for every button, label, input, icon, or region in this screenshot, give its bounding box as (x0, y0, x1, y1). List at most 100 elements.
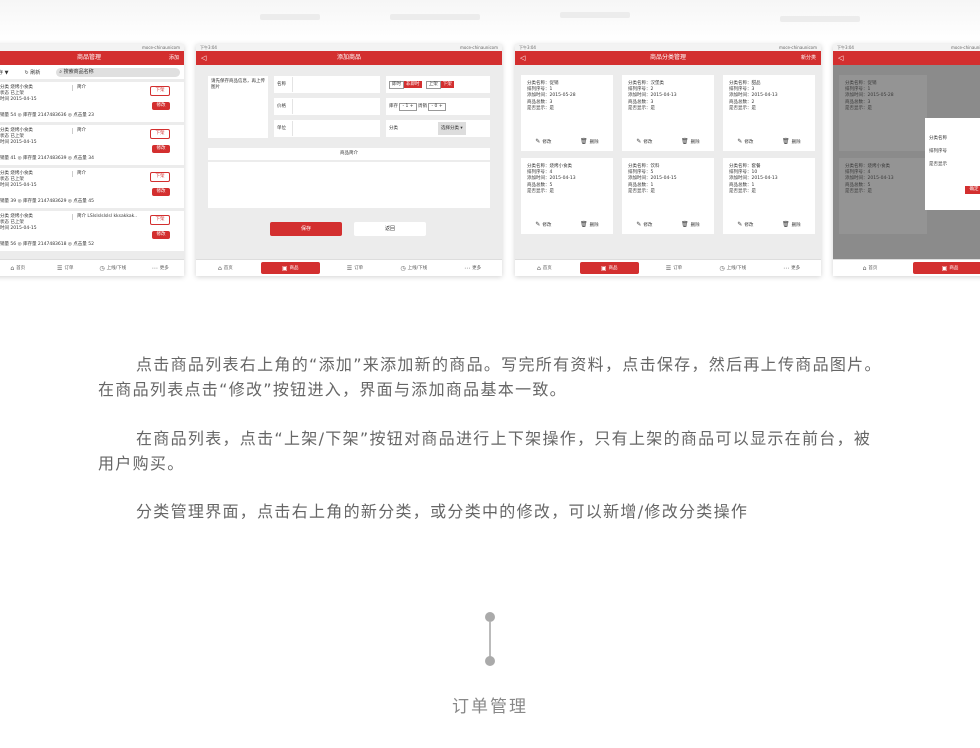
dialog-show-field[interactable]: 是否显示 (929, 161, 980, 168)
tab-label: 订单 (673, 266, 683, 271)
tab-home[interactable]: ⌂ 首页 (833, 260, 907, 276)
card-edit-button[interactable]: ✎ 修改 (737, 221, 753, 229)
stock-stepper[interactable]: - 1 + (399, 103, 417, 111)
card-delete-button[interactable]: 🗑 删除 (681, 138, 700, 146)
edit-button[interactable]: 修改 (152, 102, 170, 110)
non-instant-toggle[interactable]: 非即时 (404, 81, 422, 88)
unshelve-button[interactable]: 下架 (150, 215, 170, 225)
card-show: 是否显示：是 (729, 105, 756, 111)
tab-home[interactable]: ⌂ 首页 (196, 260, 255, 276)
card-edit-button[interactable]: ✎ 修改 (535, 220, 551, 229)
edit-icon: ✎ (737, 137, 743, 145)
status-time: 下午3:04 (200, 45, 217, 50)
refresh-button[interactable]: ↻ 刷新 (24, 69, 40, 76)
back-arrow-icon[interactable]: ◁ (838, 51, 843, 65)
name-field[interactable]: 名称 (274, 76, 380, 93)
status-carrier: moce-chinaunicom (778, 45, 817, 50)
item-stats: 销量 41 ◎ 库存量 2147483639 ◎ 点击量 34 (0, 156, 94, 161)
card-edit-button[interactable]: ✎ 修改 (636, 221, 653, 229)
clock-icon: ◷ (99, 264, 105, 272)
card-delete-button[interactable]: 🗑 删除 (580, 221, 599, 229)
card-delete-button[interactable]: 🗑 删除 (782, 138, 801, 146)
paragraph-text: 点击商品列表右上角的“添加”来添加新的商品。写完所有资料，点击保存，然后再上传商… (98, 355, 882, 399)
unshelve-button[interactable]: 下架 (150, 129, 170, 139)
card-delete-button[interactable]: 🗑 删除 (681, 221, 700, 229)
tab-products[interactable]: ▣ 商品 (260, 262, 320, 274)
paragraph-text: 分类管理界面，点击右上角的新分类，或分类中的修改，可以新增/修改分类操作 (136, 502, 749, 521)
tab-home[interactable]: ⌂ 首页 (515, 260, 574, 276)
edit-label: 修改 (643, 222, 653, 228)
page-title: 商品管理 (76, 54, 101, 61)
confirm-button[interactable]: 确定 (965, 186, 980, 194)
edit-button[interactable]: 修改 (152, 188, 170, 196)
category-select[interactable]: 选择分类 ▾ (438, 122, 466, 135)
item-time: 时间 2015-04-15 (0, 97, 37, 102)
description-textarea[interactable] (208, 162, 490, 208)
tab-label: 首页 (16, 266, 26, 271)
card-edit-button[interactable]: ✎ 修改 (737, 137, 754, 146)
edit-icon: ✎ (636, 137, 642, 145)
edit-button[interactable]: 修改 (152, 145, 170, 153)
back-arrow-icon[interactable]: ◁ (201, 51, 206, 65)
dialog-name-field[interactable]: 分类名称 (929, 135, 980, 142)
status-time: 下午3:04 (837, 45, 854, 50)
search-input[interactable]: ⌕ 搜索商品名称 (56, 67, 180, 77)
ghost-tab-1 (260, 14, 320, 20)
timeline-dot (485, 656, 495, 666)
back-arrow-icon[interactable]: ◁ (520, 51, 525, 65)
screen-add-product: 下午3:04 moce-chinaunicom ◁ 添加商品 请先保存商品信息，再… (196, 44, 502, 276)
card-edit-button[interactable]: ✎ 修改 (636, 137, 652, 146)
item-intro: 简介 LSlslslslslsl kksakkak.. (72, 214, 137, 220)
back-button[interactable]: 返回 (354, 222, 426, 236)
description-title: 商品简介 (208, 148, 490, 160)
tab-label: 上线/下线 (106, 266, 127, 271)
tab-products[interactable]: ▣ 商品 (579, 262, 639, 274)
tab-online[interactable]: ◷ 上线/下线 (703, 260, 762, 276)
edit-label: 修改 (542, 139, 552, 145)
tab-orders[interactable]: ☰ 订单 (645, 260, 704, 276)
tab-online[interactable]: ◷ 上线/下线 (384, 260, 443, 276)
title-bar: ◁ 添加商品 (196, 51, 502, 65)
list-item: 分类 烧烤小食类 状态 已上架 时间 2015-04-15 简介 销量 41 ◎ 库… (0, 125, 184, 165)
trash-icon: 🗑 (782, 220, 790, 228)
bag-icon: ▣ (600, 264, 607, 272)
dialog-order-field[interactable]: 排列序号 (929, 148, 980, 155)
tab-orders[interactable]: ☰ 订单 (42, 260, 90, 276)
shelf-on-toggle[interactable]: 上架 (425, 81, 441, 89)
image-upload-hint[interactable]: 请先保存商品信息，再上传图片 (208, 76, 268, 138)
tab-orders[interactable]: ☰ 订单 (326, 260, 385, 276)
card-delete-button[interactable]: 🗑 删除 (580, 138, 599, 146)
tab-more[interactable]: ⋯ 更多 (762, 260, 821, 276)
new-category-button[interactable]: 新分类 (801, 51, 816, 65)
unit-field[interactable]: 单位 (274, 120, 380, 137)
orders-icon: ☰ (57, 264, 63, 272)
tab-home[interactable]: ⌂ 首页 (0, 260, 42, 276)
list-item: 分类 烧烤小食类 状态 已上架 时间 2015-04-15 简介 销量 39 ◎ 库… (0, 168, 184, 208)
unshelve-button[interactable]: 下架 (150, 86, 170, 96)
tab-products[interactable]: ▣ 商品 (913, 262, 980, 274)
tab-label: 首页 (868, 266, 878, 271)
more-icon: ⋯ (151, 264, 158, 272)
card-edit-button[interactable]: ✎ 修改 (535, 138, 552, 146)
week-sales-stepper[interactable]: - 0 + (428, 103, 446, 111)
screen-category-dialog: 下午3:04moce-chinaunicom ◁ 分类名称：促销排列序号：1添加… (833, 44, 980, 276)
unshelve-button[interactable]: 下架 (150, 172, 170, 182)
category-card: 分类名称：甜品 排列序号：3 添加时间：2015-04-13 商品总数：2 是否显示：是… (723, 75, 815, 151)
instant-toggle[interactable]: 即时 (389, 81, 404, 89)
price-field[interactable]: 价格 (274, 98, 380, 115)
tab-more[interactable]: ⋯ 更多 (137, 260, 185, 276)
add-button[interactable]: 添加 (169, 51, 179, 65)
save-button[interactable]: 保存 (270, 222, 342, 236)
edit-button[interactable]: 修改 (152, 231, 170, 239)
filter-dropdown[interactable]: 存 ▼ (0, 69, 8, 76)
edit-icon: ✎ (535, 220, 541, 228)
tab-more[interactable]: ⋯ 更多 (443, 260, 502, 276)
tab-online[interactable]: ◷ 上线/下线 (89, 260, 137, 276)
orders-icon: ☰ (346, 264, 353, 272)
more-icon: ⋯ (464, 264, 471, 272)
orders-icon: ☰ (665, 264, 672, 272)
edit-label: 修改 (744, 139, 754, 145)
shelf-off-toggle[interactable]: 下架 (440, 81, 454, 88)
card-delete-button[interactable]: 🗑 删除 (782, 220, 801, 229)
tab-label: 首页 (542, 266, 552, 271)
